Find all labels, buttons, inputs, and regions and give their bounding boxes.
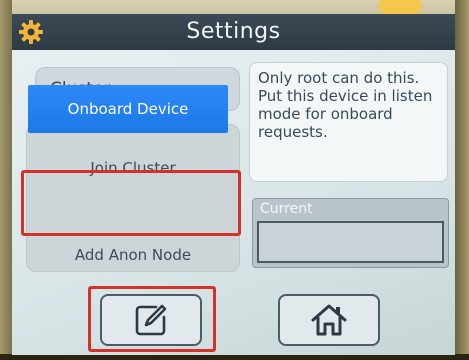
- device-bezel-right: [455, 0, 469, 360]
- info-message: Only root can do this. Put this device i…: [249, 62, 448, 182]
- status-led: [380, 0, 420, 14]
- highlight-box-onboard: [21, 170, 241, 236]
- current-label: Current: [260, 201, 313, 217]
- device-bezel-left: [0, 0, 12, 360]
- page-title: Settings: [186, 19, 281, 44]
- home-icon: [311, 304, 347, 336]
- highlight-box-edit: [88, 286, 216, 352]
- list-item-add-anon-node[interactable]: Add Anon Node: [27, 240, 239, 270]
- title-bar: Settings: [12, 14, 455, 50]
- current-value-field: [257, 221, 444, 263]
- lcd-screen: Settings Cluster Only root can do this. …: [12, 14, 455, 355]
- home-button[interactable]: [278, 294, 380, 346]
- current-panel: Current: [252, 198, 449, 268]
- list-item-onboard-device[interactable]: Onboard Device: [28, 85, 228, 133]
